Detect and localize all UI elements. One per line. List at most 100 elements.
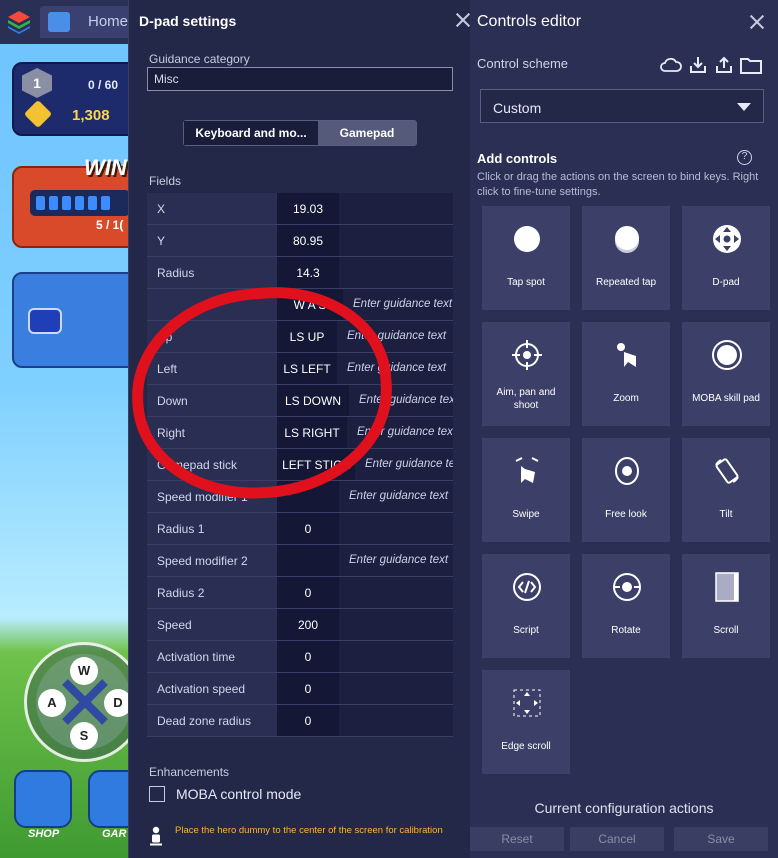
enhancements-label: Enhancements — [149, 765, 230, 779]
table-row: Y 80.95 — [147, 225, 453, 257]
field-guidance-input[interactable] — [339, 225, 453, 256]
field-guidance-input[interactable]: Enter guidance text — [347, 417, 453, 448]
table-row: Speed modifier 1 Enter guidance text — [147, 481, 453, 513]
table-row: Up LS UP Enter guidance text — [147, 321, 453, 353]
cancel-button[interactable]: Cancel — [570, 827, 664, 851]
cloud-icon[interactable] — [660, 56, 682, 74]
tap-spot-icon — [514, 226, 540, 252]
field-value-input[interactable]: 19.03 — [277, 193, 339, 224]
control-tile-label: Free look — [605, 509, 647, 520]
field-value-input[interactable]: 0 — [277, 513, 339, 544]
guidance-category-input[interactable]: Misc — [147, 67, 453, 91]
field-guidance-input[interactable] — [339, 513, 453, 544]
save-button[interactable]: Save — [674, 827, 768, 851]
garage-button[interactable] — [88, 770, 130, 828]
controls-editor-title: Controls editor — [477, 13, 582, 30]
field-guidance-input[interactable]: Enter guidance te — [355, 449, 453, 480]
table-row: Activation time 0 — [147, 641, 453, 673]
control-tile-moba-skill-pad[interactable]: MOBA skill pad — [682, 322, 770, 426]
folder-icon[interactable] — [740, 56, 762, 74]
field-guidance-input[interactable] — [339, 193, 453, 224]
joystick-key-down: S — [70, 722, 98, 750]
field-guidance-input[interactable]: Enter guidance text — [343, 289, 453, 320]
field-guidance-input[interactable] — [339, 577, 453, 608]
control-tile-tap-spot[interactable]: Tap spot — [482, 206, 570, 310]
guidance-category-label: Guidance category — [149, 52, 250, 66]
field-guidance-input[interactable]: Enter guidance tex — [349, 385, 453, 416]
field-guidance-input[interactable]: Enter guidance text — [337, 321, 453, 352]
field-value-input[interactable]: 80.95 — [277, 225, 339, 256]
field-guidance-input[interactable] — [339, 705, 453, 736]
field-guidance-input[interactable]: Enter guidance text — [337, 353, 453, 384]
swipe-icon — [515, 457, 539, 483]
control-tile-swipe[interactable]: Swipe — [482, 438, 570, 542]
control-tile-script[interactable]: Script — [482, 554, 570, 658]
field-value-input[interactable]: 0 — [277, 577, 339, 608]
control-tile-scroll[interactable]: Scroll — [682, 554, 770, 658]
reset-button[interactable]: Reset — [470, 827, 564, 851]
control-tile-rotate[interactable]: Rotate — [582, 554, 670, 658]
field-guidance-input[interactable]: Enter guidance text — [339, 481, 453, 512]
control-tile-label: D-pad — [712, 277, 740, 288]
field-value-input[interactable]: 0 — [277, 705, 339, 736]
home-tab[interactable]: Home — [40, 6, 130, 38]
field-name: Speed modifier 2 — [147, 545, 277, 576]
win-label: WIN — [84, 155, 127, 180]
tilt-icon — [715, 458, 739, 484]
field-value-input[interactable]: 200 — [277, 609, 339, 640]
control-tile-repeated-tap[interactable]: Repeated tap — [582, 206, 670, 310]
field-value-input[interactable] — [277, 545, 339, 576]
field-guidance-input[interactable] — [339, 673, 453, 704]
field-guidance-input[interactable] — [339, 257, 453, 288]
control-tile-label: Tilt — [719, 509, 733, 520]
field-value-input[interactable]: 14.3 — [277, 257, 339, 288]
field-value-input[interactable]: 0 — [277, 641, 339, 672]
control-tile-edge-scroll[interactable]: Edge scroll — [482, 670, 570, 774]
table-row: Activation speed 0 — [147, 673, 453, 705]
control-tile-tilt[interactable]: Tilt — [682, 438, 770, 542]
xp-progress: 0 / 60 — [88, 78, 119, 92]
repeated-tap-icon — [615, 226, 639, 253]
field-guidance-input[interactable] — [339, 641, 453, 672]
garage-label: GAR — [102, 828, 127, 840]
field-name: Left — [147, 353, 277, 384]
shop-button[interactable] — [14, 770, 72, 828]
field-value-input[interactable]: LS RIGHT — [277, 417, 347, 448]
hero-calibration-hint: Place the hero dummy to the center of th… — [175, 825, 443, 836]
field-value-input[interactable] — [277, 481, 339, 512]
field-value-input[interactable]: LS DOWN — [277, 385, 349, 416]
table-row: Radius 10 — [147, 513, 453, 545]
field-value-input[interactable]: LS LEFT — [277, 353, 337, 384]
control-scheme-label: Control scheme — [477, 56, 569, 71]
field-name: Radius 1 — [147, 513, 277, 544]
editor-close-icon[interactable] — [748, 13, 766, 31]
scroll-icon — [715, 572, 739, 602]
control-tile-eye[interactable]: Free look — [582, 438, 670, 542]
config-actions-title: Current configuration actions — [534, 800, 714, 816]
field-value-input[interactable]: LEFT STICK — [277, 449, 355, 480]
field-value-input[interactable]: 0 — [277, 673, 339, 704]
field-name: Down — [147, 385, 277, 416]
control-scheme-select[interactable]: Custom — [480, 89, 764, 123]
tab-keyboard-mouse[interactable]: Keyboard and mo... — [184, 121, 318, 145]
field-guidance-input[interactable] — [339, 609, 453, 640]
field-guidance-input[interactable]: Enter guidance text — [339, 545, 453, 576]
control-tile-crosshair[interactable]: Aim, pan and shoot — [482, 322, 570, 426]
field-name: Y — [147, 225, 277, 256]
table-row: Radius 20 — [147, 577, 453, 609]
field-value-input[interactable]: LS UP — [277, 321, 337, 352]
control-tile-dpad[interactable]: D-pad — [682, 206, 770, 310]
moba-control-mode-checkbox[interactable] — [149, 786, 165, 802]
export-icon[interactable] — [714, 55, 734, 75]
bluestacks-logo — [8, 11, 30, 34]
import-icon[interactable] — [688, 55, 708, 75]
field-value-input[interactable]: W A S — [277, 289, 343, 320]
table-row: W A S Enter guidance text — [147, 289, 453, 321]
control-tile-label: Aim, pan and shoot — [496, 387, 556, 411]
rotate-icon — [613, 573, 641, 601]
help-icon[interactable]: ? — [737, 150, 752, 165]
tab-gamepad[interactable]: Gamepad — [318, 121, 416, 145]
control-tile-zoom[interactable]: Zoom — [582, 322, 670, 426]
game-viewport: Home 1 0 / 60 1,308 WIN 5 / 1( W A D S S… — [0, 0, 130, 858]
chevron-down-icon — [737, 103, 751, 111]
